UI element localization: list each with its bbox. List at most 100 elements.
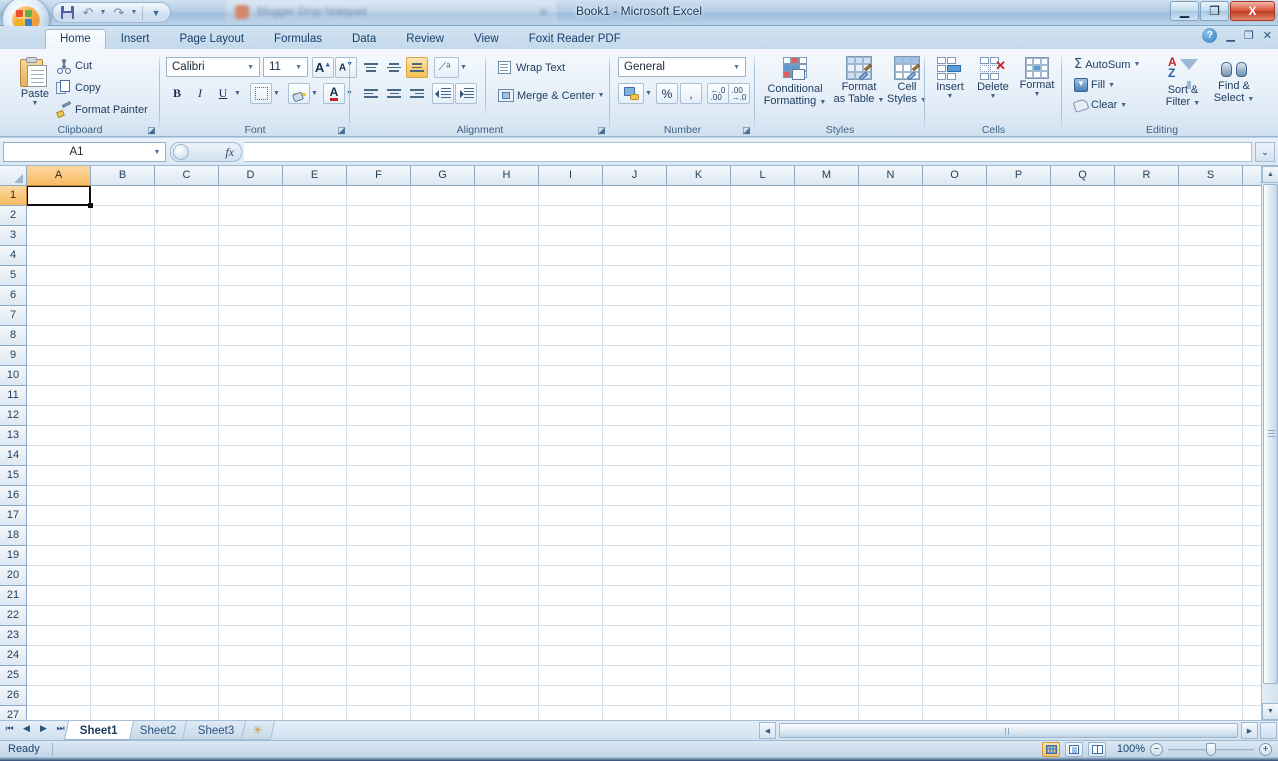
format-as-table-button[interactable]: Format as Table ▼ (831, 54, 887, 106)
percent-style-button[interactable]: % (656, 83, 678, 104)
alignment-dialog-launcher[interactable]: ◪ (596, 125, 607, 136)
wrap-text-button[interactable]: Wrap Text (494, 59, 569, 77)
column-header-d[interactable]: D (219, 166, 283, 186)
font-dialog-launcher[interactable]: ◪ (336, 125, 347, 136)
undo-button[interactable]: ↶ (78, 4, 98, 22)
column-header-n[interactable]: N (859, 166, 923, 186)
copy-button[interactable]: Copy (52, 78, 105, 98)
row-header-19[interactable]: 19 (0, 546, 27, 566)
align-right-button[interactable] (406, 83, 428, 104)
row-header-1[interactable]: 1 (0, 186, 27, 206)
zoom-in-button[interactable]: + (1259, 742, 1272, 756)
vertical-scroll-thumb[interactable] (1263, 184, 1278, 684)
bold-button[interactable]: B (166, 83, 188, 104)
workbook-close-icon[interactable]: ✕ (1263, 29, 1272, 42)
delete-cells-button[interactable]: ✕ Delete ▼ (971, 55, 1015, 101)
insert-function-icon[interactable]: fx (225, 145, 234, 160)
column-header-g[interactable]: G (411, 166, 475, 186)
minimize-button[interactable]: ▁ (1170, 1, 1199, 21)
underline-dropdown[interactable]: ▼ (232, 83, 243, 104)
row-header-14[interactable]: 14 (0, 446, 27, 466)
previous-sheet-icon[interactable]: ◀ (20, 723, 33, 734)
name-box[interactable]: A1 ▼ (3, 142, 166, 162)
undo-dropdown[interactable]: ▼ (99, 4, 108, 22)
page-break-preview-button[interactable] (1088, 741, 1106, 757)
horizontal-scrollbar[interactable]: ◀ ▶ (758, 721, 1278, 747)
row-header-23[interactable]: 23 (0, 626, 27, 646)
row-header-18[interactable]: 18 (0, 526, 27, 546)
tab-foxit-reader-pdf[interactable]: Foxit Reader PDF (514, 29, 636, 49)
clear-button[interactable]: Clear ▼ (1070, 97, 1131, 113)
row-header-20[interactable]: 20 (0, 566, 27, 586)
underline-button[interactable]: U (212, 83, 234, 104)
chevron-down-icon[interactable]: ▼ (292, 64, 305, 71)
comma-style-button[interactable]: , (680, 83, 702, 104)
row-header-17[interactable]: 17 (0, 506, 27, 526)
sheet-tab-sheet1[interactable]: Sheet1 (63, 721, 134, 740)
column-header-e[interactable]: E (283, 166, 347, 186)
increase-decimal-button[interactable]: ←.0.00 (707, 83, 729, 104)
zoom-out-button[interactable]: − (1150, 742, 1163, 756)
row-header-13[interactable]: 13 (0, 426, 27, 446)
row-header-11[interactable]: 11 (0, 386, 27, 406)
font-color-button[interactable]: A (323, 83, 345, 104)
font-name-input[interactable]: Calibri ▼ (166, 57, 260, 77)
orientation-dropdown[interactable]: ▼ (458, 57, 469, 78)
clipboard-dialog-launcher[interactable]: ◪ (146, 125, 157, 136)
sheet-tab-sheet3[interactable]: Sheet3 (182, 721, 251, 740)
format-cells-button[interactable]: Format ▼ (1015, 55, 1059, 99)
align-top-button[interactable] (360, 57, 382, 78)
row-header-21[interactable]: 21 (0, 586, 27, 606)
tab-review[interactable]: Review (391, 29, 459, 49)
insert-worksheet-button[interactable]: ✳ (240, 721, 275, 740)
italic-button[interactable]: I (189, 83, 211, 104)
close-button[interactable]: X (1230, 1, 1275, 21)
row-header-2[interactable]: 2 (0, 206, 27, 226)
help-icon[interactable]: ? (1202, 28, 1218, 43)
column-header-b[interactable]: B (91, 166, 155, 186)
sort-filter-button[interactable]: AZ Sort & Filter ▼ (1158, 54, 1208, 109)
column-header-h[interactable]: H (475, 166, 539, 186)
select-all-button[interactable] (0, 166, 27, 186)
column-header-q[interactable]: Q (1051, 166, 1115, 186)
decrease-indent-button[interactable] (432, 83, 454, 104)
tab-insert[interactable]: Insert (106, 29, 165, 49)
chevron-down-icon[interactable]: ▼ (149, 149, 165, 156)
column-header-a[interactable]: A (27, 166, 91, 186)
scroll-right-button[interactable]: ▶ (1241, 722, 1258, 739)
active-cell-a1[interactable] (27, 186, 91, 206)
scroll-up-button[interactable]: ▲ (1262, 166, 1278, 183)
tab-formulas[interactable]: Formulas (259, 29, 337, 49)
fill-button[interactable]: Fill ▼ (1070, 76, 1119, 94)
borders-button[interactable] (250, 83, 272, 104)
cell-area[interactable] (27, 186, 1261, 720)
row-header-12[interactable]: 12 (0, 406, 27, 426)
row-header-24[interactable]: 24 (0, 646, 27, 666)
column-header-i[interactable]: I (539, 166, 603, 186)
column-header-m[interactable]: M (795, 166, 859, 186)
formula-input[interactable] (244, 142, 1252, 162)
workbook-minimize-icon[interactable]: ▁ (1226, 29, 1234, 42)
align-left-button[interactable] (360, 83, 382, 104)
align-bottom-button[interactable] (406, 57, 428, 78)
row-header-5[interactable]: 5 (0, 266, 27, 286)
accounting-format-button[interactable] (618, 83, 644, 104)
row-header-25[interactable]: 25 (0, 666, 27, 686)
font-size-input[interactable]: 11 ▼ (263, 57, 308, 77)
row-header-27[interactable]: 27 (0, 706, 27, 720)
row-header-15[interactable]: 15 (0, 466, 27, 486)
find-select-button[interactable]: Find & Select ▼ (1208, 54, 1260, 105)
increase-indent-button[interactable] (455, 83, 477, 104)
scroll-down-button[interactable]: ▼ (1262, 703, 1278, 720)
row-header-16[interactable]: 16 (0, 486, 27, 506)
column-header-l[interactable]: L (731, 166, 795, 186)
format-painter-button[interactable]: Format Painter (52, 100, 152, 120)
borders-dropdown[interactable]: ▼ (271, 83, 282, 104)
normal-view-button[interactable] (1042, 741, 1060, 757)
tab-data[interactable]: Data (337, 29, 391, 49)
row-header-26[interactable]: 26 (0, 686, 27, 706)
conditional-formatting-button[interactable]: Conditional Formatting ▼ (759, 54, 831, 108)
column-header-j[interactable]: J (603, 166, 667, 186)
grow-font-button[interactable]: A▲ (312, 57, 334, 78)
column-header-r[interactable]: R (1115, 166, 1179, 186)
